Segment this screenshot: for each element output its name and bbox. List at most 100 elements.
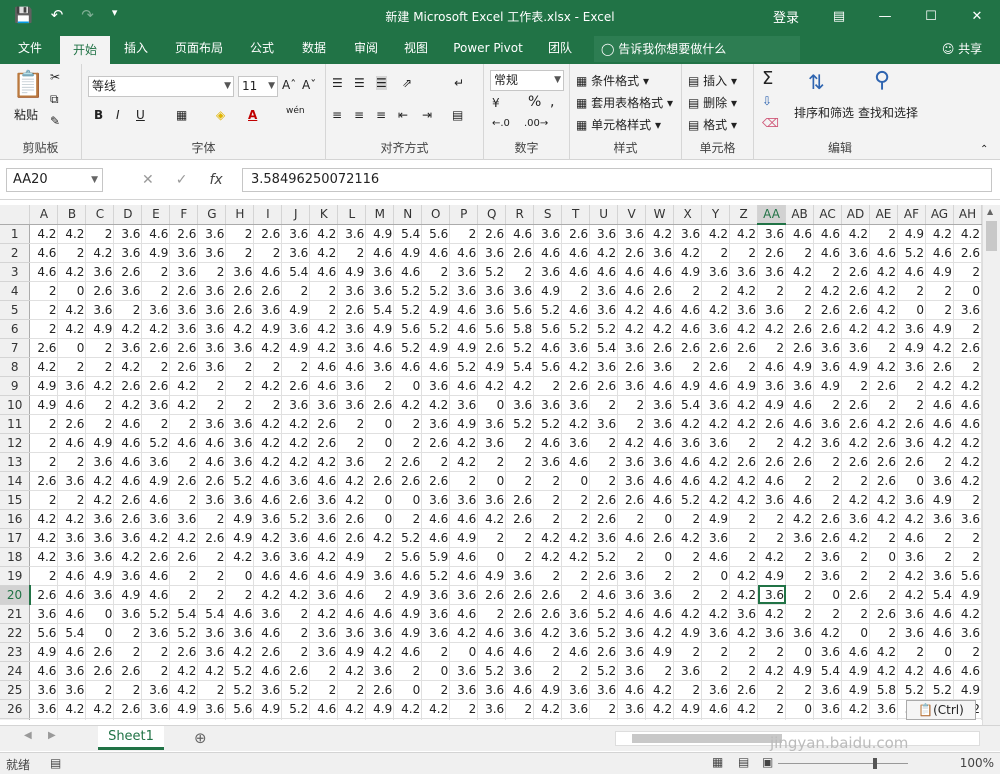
cell[interactable]: 3.6	[449, 680, 479, 700]
cell[interactable]: 2	[869, 528, 898, 548]
cell[interactable]: 2.6	[169, 224, 199, 244]
restore-icon[interactable]: ☐	[908, 9, 954, 24]
cell[interactable]: 3.6	[897, 357, 926, 377]
column-header[interactable]: D	[113, 205, 143, 225]
cell[interactable]: 4.2	[421, 699, 451, 719]
cell[interactable]: 4.2	[673, 243, 703, 263]
cell[interactable]: 5.8	[869, 680, 898, 700]
cell[interactable]: 2.6	[673, 338, 703, 358]
decrease-indent-icon[interactable]: ⇤	[398, 108, 408, 122]
cell[interactable]: 0	[393, 680, 423, 700]
column-header[interactable]: X	[673, 205, 703, 225]
cell[interactable]: 2	[729, 718, 759, 720]
cell[interactable]: 3.6	[337, 319, 367, 339]
cell[interactable]: 4.9	[645, 642, 675, 662]
cell[interactable]: 5.2	[561, 319, 591, 339]
cell[interactable]: 2	[841, 471, 870, 491]
cell[interactable]: 4.9	[393, 604, 423, 624]
cell[interactable]: 3.6	[477, 718, 507, 720]
cell[interactable]: 2	[897, 281, 926, 301]
cell[interactable]: 4.6	[645, 433, 675, 453]
cell[interactable]: 3.6	[561, 433, 591, 453]
percent-button[interactable]: %	[528, 94, 541, 110]
cell[interactable]: 3.6	[561, 680, 591, 700]
cell[interactable]: 2.6	[757, 414, 787, 434]
formula-input[interactable]: 3.58496250072116	[242, 168, 992, 192]
cell[interactable]: 2	[197, 395, 227, 415]
sort-filter-icon[interactable]: ⇅	[808, 70, 825, 94]
cell[interactable]: 4.9	[337, 547, 367, 567]
cell[interactable]: 2.6	[589, 509, 619, 529]
cell[interactable]: 3.6	[29, 680, 59, 700]
cell[interactable]: 4.9	[477, 357, 507, 377]
cell[interactable]: 2	[253, 395, 283, 415]
cell[interactable]: 4.2	[29, 528, 59, 548]
cell[interactable]: 2	[757, 528, 787, 548]
cell[interactable]: 4.2	[645, 319, 675, 339]
cell[interactable]: 4.9	[449, 414, 479, 434]
row-header[interactable]: 4	[0, 281, 31, 301]
cell[interactable]: 3.6	[141, 300, 171, 320]
cell[interactable]: 4.9	[673, 262, 703, 282]
cell[interactable]: 3.6	[337, 623, 367, 643]
selected-cell[interactable]: 3.6	[757, 585, 787, 605]
cell[interactable]: 4.9	[141, 243, 171, 263]
cell[interactable]: 3.6	[449, 718, 479, 720]
cell[interactable]: 3.6	[225, 262, 255, 282]
cell[interactable]: 3.6	[813, 699, 843, 719]
cell[interactable]: 4.6	[617, 528, 647, 548]
cell[interactable]: 5.2	[589, 604, 619, 624]
cell[interactable]: 2	[113, 680, 143, 700]
copy-icon[interactable]: ⧉	[50, 92, 59, 107]
cell[interactable]: 2	[309, 300, 339, 320]
cell[interactable]: 5.2	[533, 300, 563, 320]
cell[interactable]: 0	[785, 699, 815, 719]
cell[interactable]: 3.6	[281, 718, 311, 720]
cell[interactable]: 0	[365, 490, 395, 510]
cell[interactable]: 3.6	[841, 338, 870, 358]
align-top-icon[interactable]: ☰	[332, 76, 343, 90]
cell[interactable]: 3.6	[477, 433, 507, 453]
cell[interactable]: 3.6	[561, 623, 591, 643]
cell[interactable]: 3.6	[197, 243, 227, 263]
cell[interactable]: 4.6	[701, 547, 731, 567]
cell[interactable]: 0	[841, 623, 870, 643]
format-painter-icon[interactable]: ✎	[50, 114, 60, 128]
cell[interactable]: 4.2	[57, 300, 87, 320]
cell[interactable]: 2	[57, 490, 87, 510]
cell[interactable]: 4.6	[505, 224, 535, 244]
cell[interactable]: 4.6	[449, 376, 479, 396]
cell[interactable]: 4.2	[253, 452, 283, 472]
cell[interactable]: 2.6	[141, 338, 171, 358]
cell[interactable]: 4.6	[533, 338, 563, 358]
row-header[interactable]: 11	[0, 414, 31, 434]
cell[interactable]: 4.6	[393, 357, 423, 377]
cell[interactable]: 5.2	[449, 357, 479, 377]
cell[interactable]: 2.6	[113, 699, 143, 719]
cell[interactable]: 4.6	[785, 490, 815, 510]
cell[interactable]: 3.6	[309, 490, 339, 510]
cell[interactable]: 4.6	[953, 414, 982, 434]
cell[interactable]: 3.6	[897, 623, 926, 643]
cell[interactable]: 4.2	[841, 433, 870, 453]
cell[interactable]: 4.2	[729, 585, 759, 605]
font-size-combo[interactable]: 11 ▼	[238, 76, 278, 97]
cell[interactable]: 2	[29, 281, 59, 301]
cell[interactable]: 4.9	[673, 699, 703, 719]
column-header[interactable]: T	[561, 205, 591, 225]
cell[interactable]: 5.2	[897, 243, 926, 263]
cell[interactable]: 4.2	[337, 471, 367, 491]
cell[interactable]: 2.6	[113, 509, 143, 529]
cell[interactable]: 5.6	[477, 319, 507, 339]
cell[interactable]: 4.2	[617, 433, 647, 453]
cell[interactable]: 4.9	[337, 642, 367, 662]
cell[interactable]: 4.2	[869, 262, 898, 282]
cell[interactable]: 4.9	[757, 395, 787, 415]
cell[interactable]: 3.6	[197, 699, 227, 719]
cell[interactable]: 2	[729, 509, 759, 529]
cell[interactable]: 2	[589, 452, 619, 472]
cell[interactable]: 0	[365, 433, 395, 453]
cell[interactable]: 3.6	[141, 395, 171, 415]
cell[interactable]: 2	[365, 585, 395, 605]
cell[interactable]: 2	[953, 262, 982, 282]
